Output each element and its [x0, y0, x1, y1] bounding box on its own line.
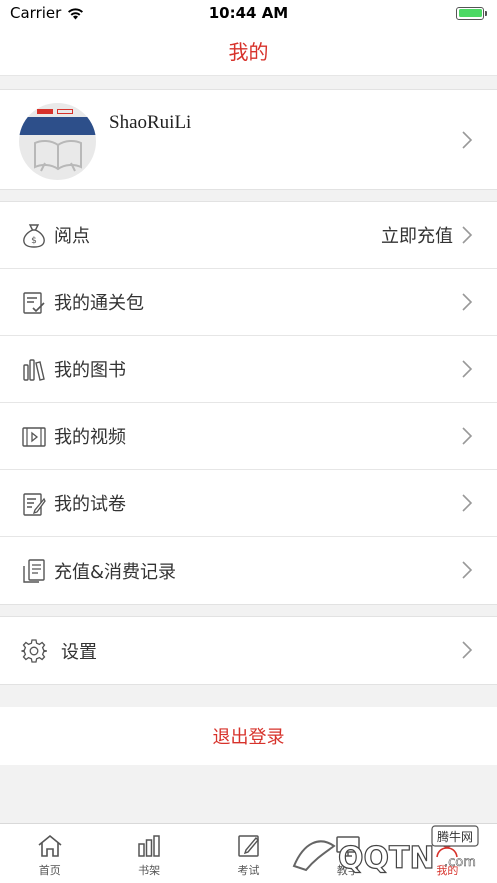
- menu-item-pass-package[interactable]: 我的通关包: [0, 269, 497, 336]
- chevron-right-icon: [462, 226, 473, 244]
- exam-icon: [237, 835, 259, 857]
- teaching-icon: [336, 836, 360, 857]
- menu-label: 我的图书: [54, 360, 126, 381]
- menu-label: 我的通关包: [54, 293, 144, 314]
- open-book-icon: [34, 139, 82, 172]
- tab-label: 书架: [138, 864, 161, 877]
- menu-label: 阅点: [54, 226, 90, 247]
- profile-row[interactable]: ShaoRuiLi: [0, 89, 497, 190]
- home-icon: [38, 834, 62, 857]
- menu-label: 充值&消费记录: [54, 561, 177, 583]
- menu-item-my-books[interactable]: 我的图书: [0, 336, 497, 403]
- page-title: 我的: [228, 40, 269, 64]
- chevron-right-icon: [462, 427, 473, 445]
- tab-bookshelf[interactable]: 书架: [99, 824, 198, 883]
- bookshelf-icon: [138, 835, 160, 857]
- menu-label: 我的试卷: [54, 494, 126, 515]
- chevron-right-icon: [462, 641, 473, 659]
- exam-paper-icon: [23, 493, 46, 516]
- tab-label: 教学: [336, 864, 359, 877]
- menu-item-settings[interactable]: 设置: [0, 617, 497, 684]
- tab-label: 我的: [436, 864, 459, 877]
- navigation-bar: 我的: [0, 26, 497, 76]
- svg-text:$: $: [31, 236, 37, 246]
- receipt-icon: [23, 559, 45, 583]
- chevron-right-icon: [462, 293, 473, 311]
- wifi-icon: [68, 7, 84, 19]
- pass-package-icon: [23, 292, 45, 314]
- gear-icon: [21, 639, 47, 663]
- tab-home[interactable]: 首页: [0, 824, 99, 883]
- chevron-right-icon: [462, 561, 473, 579]
- tab-label: 考试: [237, 864, 260, 877]
- menu-item-reading-points[interactable]: $ 阅点 立即充值: [0, 202, 497, 269]
- status-bar: Carrier 10:44 AM: [0, 0, 497, 26]
- tab-label: 首页: [38, 864, 61, 877]
- recharge-link[interactable]: 立即充值: [381, 222, 453, 248]
- chevron-right-icon: [462, 131, 473, 149]
- logout-button[interactable]: 退出登录: [0, 707, 497, 765]
- settings-group: 设置: [0, 616, 497, 685]
- video-icon: [22, 427, 46, 447]
- menu-list: $ 阅点 立即充值 我的通关包 我的图书 我的视频 我的试卷 充值&消费记录: [0, 201, 497, 605]
- username: ShaoRuiLi: [109, 112, 192, 133]
- carrier-label: Carrier: [10, 4, 62, 22]
- menu-item-transactions[interactable]: 充值&消费记录: [0, 537, 497, 604]
- chevron-right-icon: [462, 360, 473, 378]
- books-icon: [23, 359, 45, 381]
- chevron-right-icon: [462, 494, 473, 512]
- avatar[interactable]: [19, 103, 96, 180]
- tab-bar: 首页 书架 考试 教学 我的: [0, 823, 497, 883]
- menu-label: 我的视频: [54, 427, 126, 448]
- tab-me[interactable]: 我的: [398, 824, 497, 883]
- menu-item-my-videos[interactable]: 我的视频: [0, 403, 497, 470]
- menu-label: 设置: [61, 641, 97, 663]
- battery-icon: [456, 6, 487, 20]
- tab-exam[interactable]: 考试: [199, 824, 298, 883]
- logout-label: 退出登录: [212, 727, 285, 748]
- money-bag-icon: $: [23, 224, 45, 248]
- menu-item-my-exams[interactable]: 我的试卷: [0, 470, 497, 537]
- tab-teaching[interactable]: 教学: [298, 824, 397, 883]
- me-icon: [436, 836, 459, 858]
